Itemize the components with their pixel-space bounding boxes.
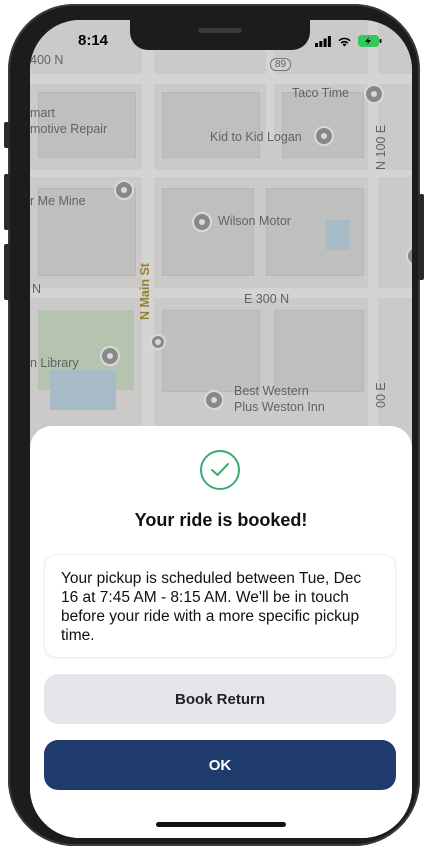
silent-switch [4,122,10,148]
confirmation-title: Your ride is booked! [134,510,308,530]
notch [130,20,310,50]
screen: 89 400 N Taco Time mart motive Repair Ki… [30,20,412,838]
status-time: 8:14 [78,32,109,49]
battery-charging-icon [358,34,382,52]
volume-down-button [4,244,10,300]
phone-frame: 89 400 N Taco Time mart motive Repair Ki… [4,4,424,846]
signal-icon [315,34,331,52]
book-return-button[interactable]: Book Return [44,674,396,724]
speaker [198,28,242,33]
check-circle-icon [200,450,240,490]
power-button [418,194,424,280]
status-icons [315,34,382,52]
booking-confirmation-sheet: Your ride is booked! Your pickup is sche… [30,426,412,838]
volume-up-button [4,174,10,230]
ok-button[interactable]: OK [44,740,396,790]
pickup-details-card: Your pickup is scheduled between Tue, De… [44,554,396,658]
pickup-details-text: Your pickup is scheduled between Tue, De… [61,570,362,644]
wifi-icon [337,34,352,52]
home-indicator[interactable] [156,822,286,827]
